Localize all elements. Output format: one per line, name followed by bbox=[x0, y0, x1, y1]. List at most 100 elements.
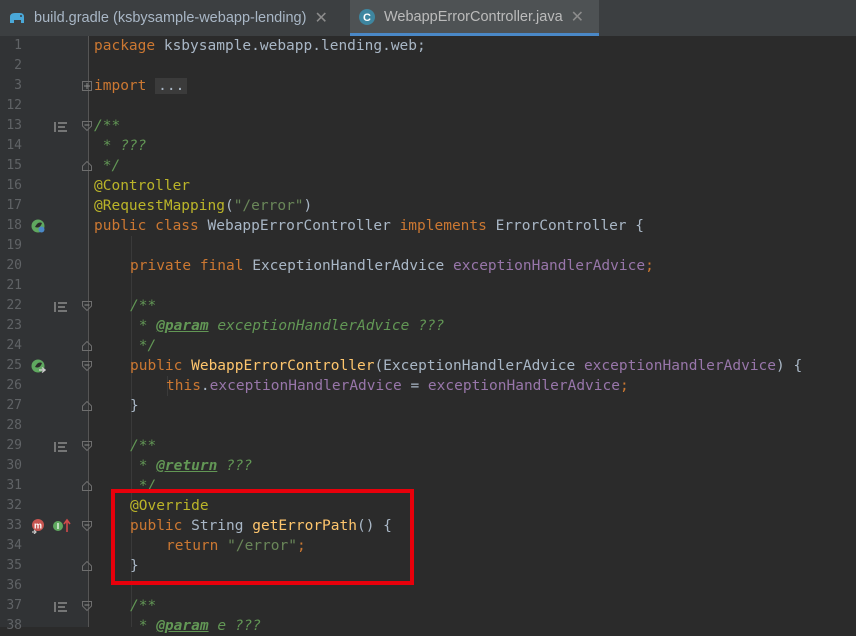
svg-text:I: I bbox=[57, 522, 59, 531]
render-doc-icon[interactable] bbox=[54, 439, 70, 455]
tab-label: WebappErrorController.java bbox=[384, 8, 563, 25]
code-text: package ksbysample.webapp.lending.web; bbox=[94, 38, 426, 54]
code-line: 14 * ??? bbox=[0, 136, 856, 156]
fold-collapse-icon[interactable] bbox=[82, 521, 92, 531]
code-text: /** bbox=[130, 598, 157, 614]
code-text: /** bbox=[94, 118, 121, 134]
code-line: 26 this.exceptionHandlerAdvice = excepti… bbox=[0, 376, 856, 396]
code-text: private final ExceptionHandlerAdvice exc… bbox=[130, 258, 654, 274]
code-text: public WebappErrorController(ExceptionHa… bbox=[130, 358, 803, 374]
code-line: 24 */ bbox=[0, 336, 856, 356]
code-text: /** bbox=[130, 298, 157, 314]
line-number: 29 bbox=[6, 438, 22, 453]
line-number: 12 bbox=[6, 98, 22, 113]
code-line: 37 /** bbox=[0, 596, 856, 616]
gradle-elephant-icon bbox=[8, 9, 26, 27]
line-number: 24 bbox=[6, 338, 22, 353]
line-number: 25 bbox=[6, 358, 22, 373]
highlight-box bbox=[111, 489, 414, 585]
line-number: 36 bbox=[6, 578, 22, 593]
code-editor[interactable]: 1 package ksbysample.webapp.lending.web;… bbox=[0, 36, 856, 634]
fold-end-icon[interactable] bbox=[82, 561, 92, 571]
line-number: 30 bbox=[6, 458, 22, 473]
line-number: 15 bbox=[6, 158, 22, 173]
code-text: public class WebappErrorController imple… bbox=[94, 218, 644, 234]
code-line: 38 * @param e ??? bbox=[0, 616, 856, 636]
code-text: * @param e ??? bbox=[130, 618, 261, 634]
code-line: 16 @Controller bbox=[0, 176, 856, 196]
line-number: 3 bbox=[14, 78, 22, 93]
spring-autowired-icon[interactable] bbox=[30, 358, 47, 374]
line-number: 17 bbox=[6, 198, 22, 213]
line-number: 18 bbox=[6, 218, 22, 233]
class-c-icon: C bbox=[358, 8, 376, 26]
class-icon-letter: C bbox=[363, 12, 371, 24]
code-line: 3 import ... bbox=[0, 76, 856, 96]
code-line: 29 /** bbox=[0, 436, 856, 456]
fold-collapse-icon[interactable] bbox=[82, 121, 92, 131]
line-number: 23 bbox=[6, 318, 22, 333]
line-number: 27 bbox=[6, 398, 22, 413]
folded-imports[interactable]: ... bbox=[155, 78, 188, 94]
line-number: 19 bbox=[6, 238, 22, 253]
code-line: 1 package ksbysample.webapp.lending.web; bbox=[0, 36, 856, 56]
line-number: 34 bbox=[6, 538, 22, 553]
line-number: 2 bbox=[14, 58, 22, 73]
render-doc-icon[interactable] bbox=[54, 299, 70, 315]
line-number: 32 bbox=[6, 498, 22, 513]
fold-end-icon[interactable] bbox=[82, 161, 92, 171]
code-text: /** bbox=[130, 438, 157, 454]
implements-method-icon[interactable]: I bbox=[52, 518, 71, 534]
line-number: 14 bbox=[6, 138, 22, 153]
code-text: import ... bbox=[94, 76, 188, 96]
code-line: 19 bbox=[0, 236, 856, 256]
code-text: * @return ??? bbox=[130, 458, 253, 474]
fold-end-icon[interactable] bbox=[82, 481, 92, 491]
line-number: 31 bbox=[6, 478, 22, 493]
code-text: * ??? bbox=[94, 138, 147, 154]
line-number: 38 bbox=[6, 618, 22, 633]
render-doc-icon[interactable] bbox=[54, 599, 70, 615]
editor-tab-bar: build.gradle (ksbysample-webapp-lending)… bbox=[0, 0, 856, 37]
line-number: 33 bbox=[6, 518, 22, 533]
code-line: 27 } bbox=[0, 396, 856, 416]
line-number: 35 bbox=[6, 558, 22, 573]
fold-collapse-icon[interactable] bbox=[82, 301, 92, 311]
spring-bean-icon[interactable] bbox=[30, 218, 46, 234]
tab-build-gradle[interactable]: build.gradle (ksbysample-webapp-lending)… bbox=[0, 0, 350, 36]
code-line: 12 bbox=[0, 96, 856, 116]
code-line: 17 @RequestMapping("/error") bbox=[0, 196, 856, 216]
fold-collapse-icon[interactable] bbox=[82, 601, 92, 611]
render-doc-icon[interactable] bbox=[54, 119, 70, 135]
line-number: 16 bbox=[6, 178, 22, 193]
code-text: * @param exceptionHandlerAdvice ??? bbox=[130, 318, 445, 334]
code-line: 2 bbox=[0, 56, 856, 76]
close-icon[interactable]: ✕ bbox=[571, 7, 584, 27]
fold-end-icon[interactable] bbox=[82, 341, 92, 351]
fold-end-icon[interactable] bbox=[82, 401, 92, 411]
code-line: 25 public WebappErrorController(Exceptio… bbox=[0, 356, 856, 376]
fold-collapse-icon[interactable] bbox=[82, 441, 92, 451]
fold-collapse-icon[interactable] bbox=[82, 361, 92, 371]
code-line: 22 /** bbox=[0, 296, 856, 316]
line-number: 21 bbox=[6, 278, 22, 293]
code-text: @Controller bbox=[94, 178, 191, 194]
code-line: 23 * @param exceptionHandlerAdvice ??? bbox=[0, 316, 856, 336]
tab-webapp-error-controller[interactable]: C WebappErrorController.java ✕ bbox=[350, 0, 599, 36]
close-icon[interactable]: ✕ bbox=[314, 8, 327, 28]
code-line: 18 public class WebappErrorController im… bbox=[0, 216, 856, 236]
code-line: 21 bbox=[0, 276, 856, 296]
code-text: */ bbox=[130, 338, 157, 354]
code-line: 20 private final ExceptionHandlerAdvice … bbox=[0, 256, 856, 276]
code-line: 13 /** bbox=[0, 116, 856, 136]
code-text: */ bbox=[94, 158, 121, 174]
code-line: 28 bbox=[0, 416, 856, 436]
line-number: 28 bbox=[6, 418, 22, 433]
code-line: 30 * @return ??? bbox=[0, 456, 856, 476]
code-line: 15 */ bbox=[0, 156, 856, 176]
method-override-icon[interactable]: m bbox=[30, 518, 46, 535]
fold-expand-icon[interactable] bbox=[82, 81, 92, 91]
line-number: 26 bbox=[6, 378, 22, 393]
tab-label: build.gradle (ksbysample-webapp-lending) bbox=[34, 10, 307, 26]
code-text: } bbox=[130, 398, 139, 414]
